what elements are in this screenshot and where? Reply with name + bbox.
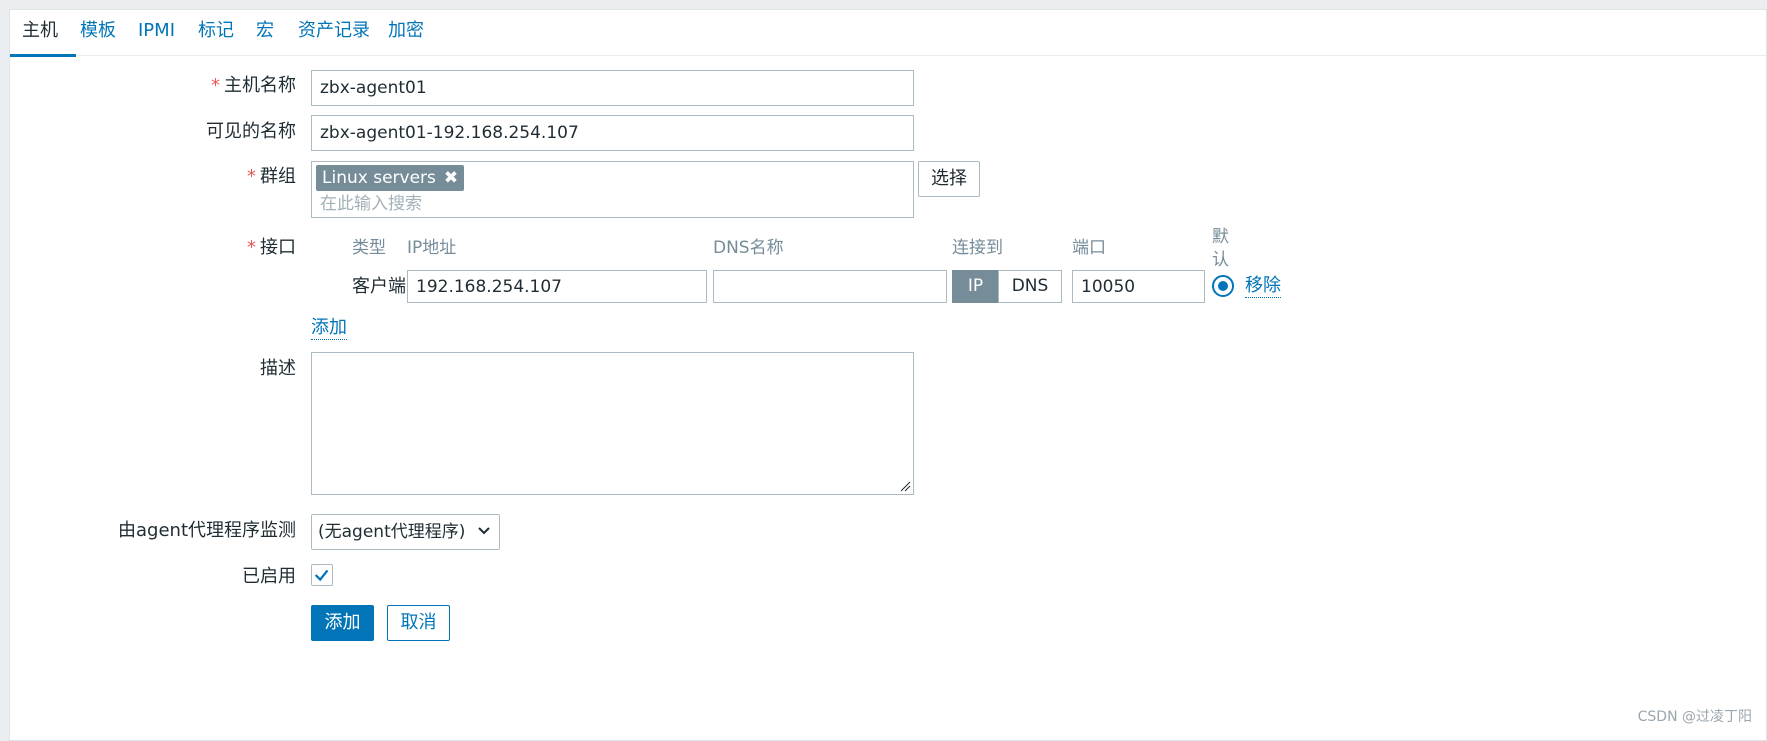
- visible-name-label: 可见的名称: [206, 121, 296, 142]
- col-default-line2: 认: [1212, 250, 1229, 270]
- visible-name-input[interactable]: [311, 115, 914, 151]
- tab-encryption[interactable]: 加密: [388, 20, 424, 42]
- tab-ipmi[interactable]: IPMI: [138, 20, 175, 42]
- description-textarea[interactable]: [311, 352, 914, 495]
- tab-inventory[interactable]: 资产记录: [298, 20, 370, 42]
- groups-label: * 群组: [247, 166, 296, 187]
- group-chip: Linux servers ✖: [316, 165, 465, 191]
- cancel-button[interactable]: 取消: [387, 605, 450, 641]
- description-label: 描述: [260, 358, 296, 379]
- tab-templates[interactable]: 模板: [80, 20, 116, 42]
- connect-ip-toggle[interactable]: IP: [952, 270, 999, 303]
- tab-tags[interactable]: 标记: [198, 20, 234, 42]
- groups-search-placeholder[interactable]: 在此输入搜索: [320, 193, 422, 215]
- col-connect: 连接到: [952, 238, 1003, 258]
- chevron-down-icon: [478, 527, 490, 535]
- col-dns: DNS名称: [713, 238, 784, 258]
- proxy-selected-value: (无agent代理程序): [318, 522, 466, 542]
- default-interface-radio[interactable]: [1212, 275, 1234, 297]
- groups-select-button[interactable]: 选择: [918, 161, 980, 197]
- host-name-label: * 主机名称: [211, 75, 296, 96]
- add-button[interactable]: 添加: [311, 605, 374, 641]
- col-type: 类型: [352, 238, 386, 258]
- interface-dns-input[interactable]: [713, 270, 947, 303]
- tab-bar: 主机 模板 IPMI 标记 宏 资产记录 加密: [10, 10, 1766, 57]
- checkmark-icon: [314, 569, 329, 582]
- group-chip-label: Linux servers: [322, 168, 436, 188]
- required-marker: *: [247, 237, 256, 258]
- remove-interface-link[interactable]: 移除: [1245, 275, 1281, 298]
- host-name-input[interactable]: [311, 70, 914, 106]
- required-marker: *: [211, 75, 220, 96]
- connect-dns-toggle[interactable]: DNS: [998, 270, 1062, 303]
- active-tab-indicator: [10, 54, 76, 57]
- interfaces-label: * 接口: [247, 237, 296, 258]
- groups-multiselect[interactable]: Linux servers ✖ 在此输入搜索: [311, 161, 914, 218]
- interface-type: 客户端: [352, 276, 406, 297]
- required-marker: *: [247, 166, 256, 187]
- enabled-checkbox[interactable]: [311, 564, 333, 586]
- proxy-label: 由agent代理程序监测: [118, 520, 296, 541]
- chip-remove-icon[interactable]: ✖: [444, 165, 458, 191]
- watermark: CSDN @过凌丁阳: [1637, 709, 1752, 725]
- col-default-line1: 默: [1212, 227, 1229, 247]
- add-interface-link[interactable]: 添加: [311, 317, 347, 340]
- proxy-select[interactable]: (无agent代理程序): [311, 514, 500, 550]
- col-ip: IP地址: [407, 238, 457, 258]
- interface-ip-input[interactable]: [407, 270, 707, 303]
- host-form-panel: 主机 模板 IPMI 标记 宏 资产记录 加密 *主机名称 可见的名称 *群组 …: [9, 9, 1767, 741]
- enabled-label: 已启用: [242, 566, 296, 587]
- tab-macros[interactable]: 宏: [256, 20, 274, 42]
- resize-handle-icon[interactable]: [899, 480, 911, 492]
- col-port: 端口: [1072, 238, 1106, 258]
- tab-host[interactable]: 主机: [22, 20, 58, 42]
- interface-port-input[interactable]: [1072, 270, 1205, 303]
